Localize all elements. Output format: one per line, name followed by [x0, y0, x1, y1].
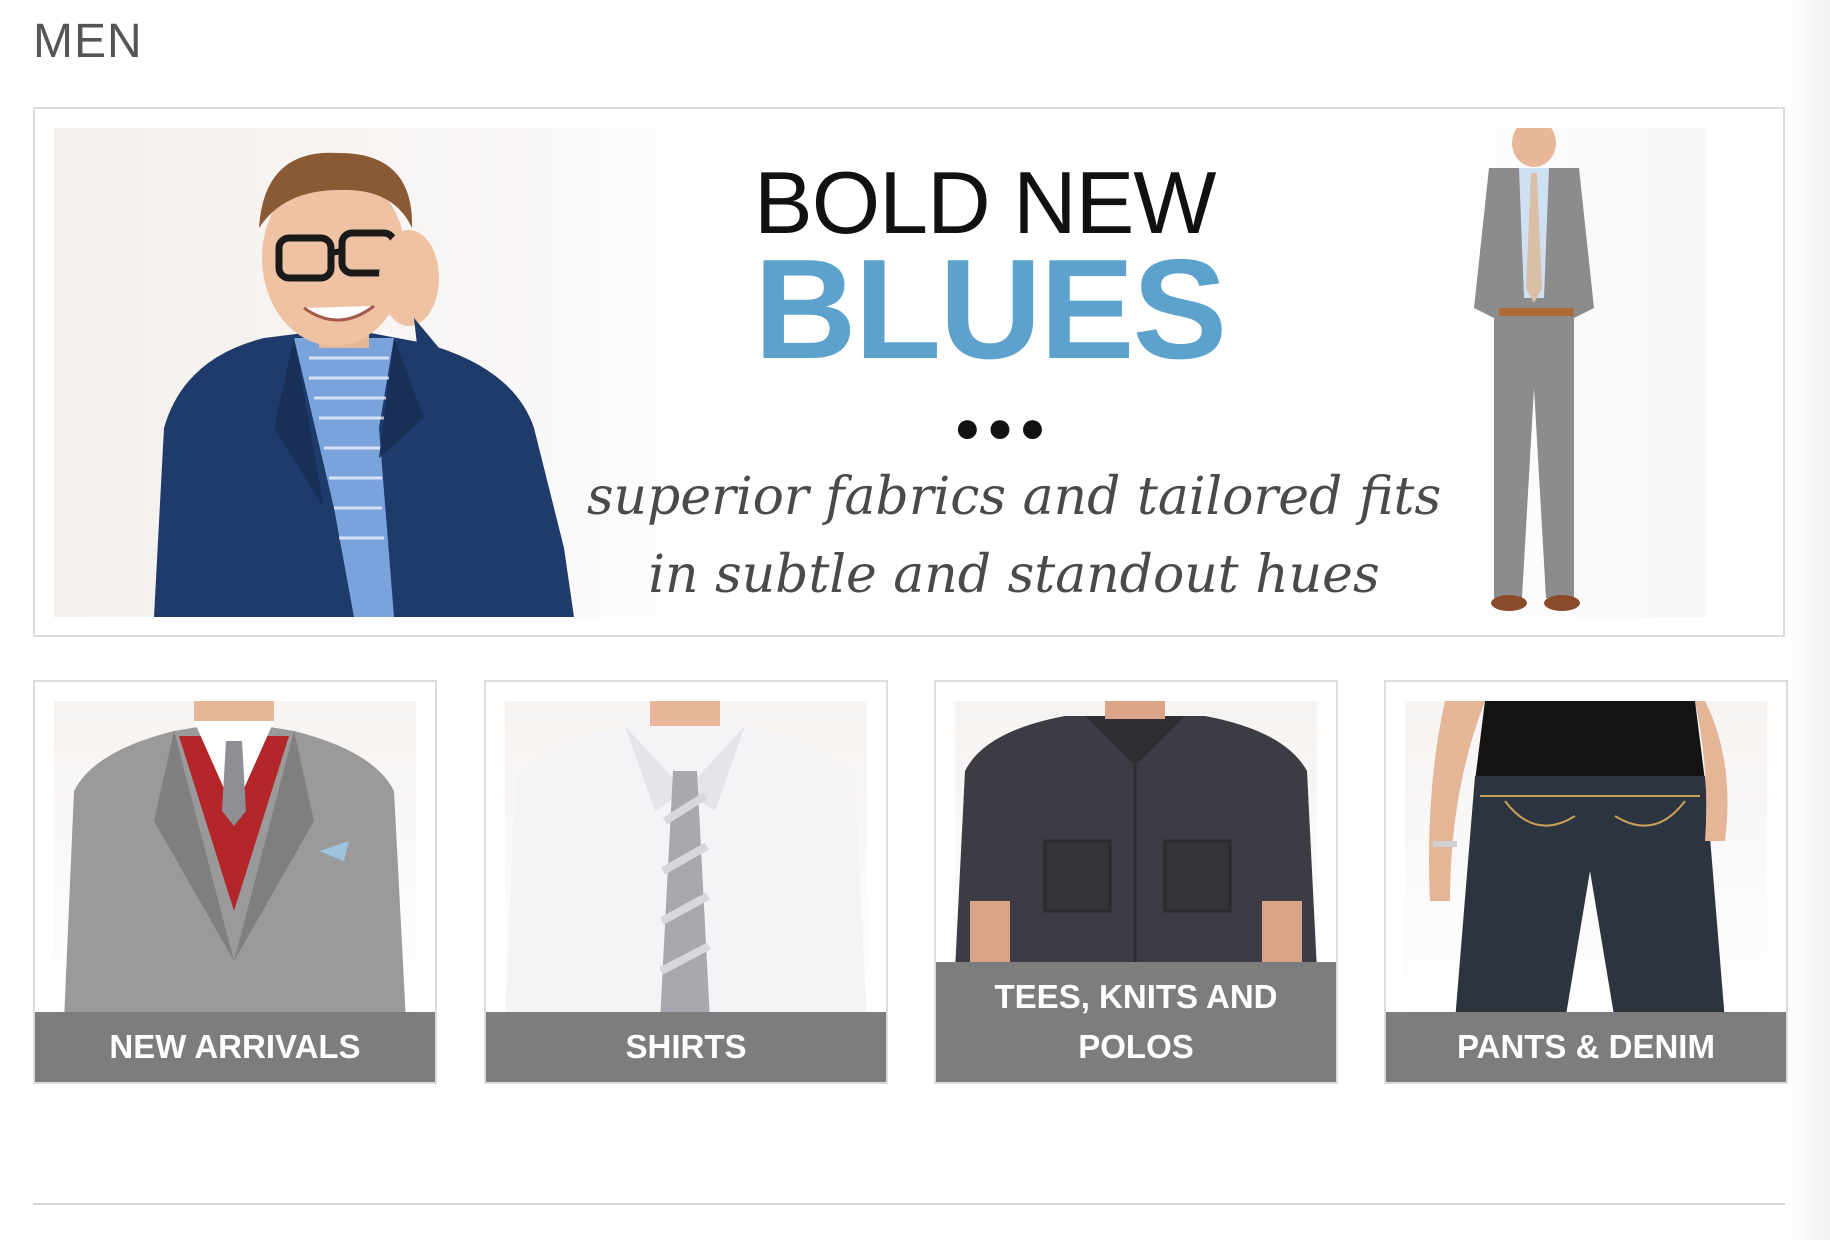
new-arrivals-image	[54, 701, 416, 1021]
page-title: MEN	[33, 15, 143, 68]
pants-denim-image	[1405, 701, 1767, 1021]
hero-tagline-line1: superior fabrics and tailored fits	[586, 467, 1442, 527]
category-label[interactable]: TEES, KNITS AND POLOS	[936, 962, 1336, 1082]
hero-headline-line2: BLUES	[754, 230, 1227, 389]
category-tile-new-arrivals[interactable]: NEW ARRIVALS	[33, 680, 437, 1084]
page-edge-shadow	[1786, 0, 1830, 1240]
hero-dots-separator: ●●●	[954, 403, 1052, 452]
category-tile-tees-knits-polos[interactable]: TEES, KNITS AND POLOS	[934, 680, 1338, 1084]
shirts-image	[505, 701, 867, 1021]
hero-image: BOLD NEW BLUES ●●● superior fabrics and …	[54, 128, 1706, 617]
category-label[interactable]: PANTS & DENIM	[1386, 1012, 1786, 1082]
section-divider	[33, 1203, 1785, 1205]
hero-tagline-line2: in subtle and standout hues	[648, 545, 1380, 605]
hero-tagline: superior fabrics and tailored fits in su…	[574, 458, 1454, 614]
category-tile-pants-denim[interactable]: PANTS & DENIM	[1384, 680, 1788, 1084]
hero-model-left	[154, 152, 574, 617]
category-label[interactable]: NEW ARRIVALS	[35, 1012, 435, 1082]
category-tile-shirts[interactable]: SHIRTS	[484, 680, 888, 1084]
hero-banner[interactable]: BOLD NEW BLUES ●●● superior fabrics and …	[33, 107, 1785, 637]
hero-model-right	[1474, 128, 1594, 611]
category-label[interactable]: SHIRTS	[486, 1012, 886, 1082]
